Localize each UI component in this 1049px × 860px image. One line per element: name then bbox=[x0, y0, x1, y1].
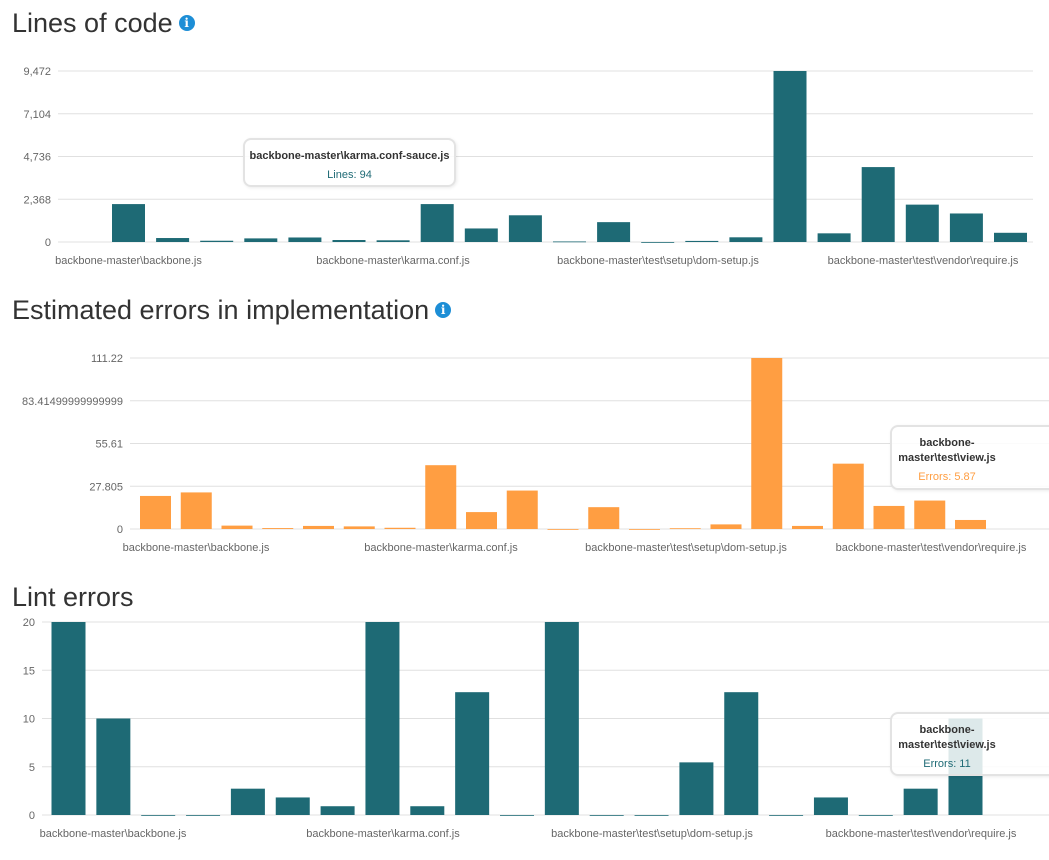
bar[interactable] bbox=[858, 815, 893, 816]
y-tick-label: 10 bbox=[23, 714, 35, 726]
bar[interactable] bbox=[679, 762, 714, 815]
x-tick-label: backbone-master\test\setup\dom-setup.js bbox=[551, 828, 753, 840]
bar[interactable] bbox=[365, 622, 400, 815]
y-tick-label: 5 bbox=[29, 762, 35, 774]
bar[interactable] bbox=[500, 815, 534, 816]
y-tick-label: 0 bbox=[29, 810, 35, 822]
bar[interactable] bbox=[769, 815, 804, 816]
tooltip-value: Errors: 11 bbox=[923, 758, 971, 770]
x-tick-label: backbone-master\test\vendor\require.js bbox=[826, 828, 1017, 840]
bar[interactable] bbox=[634, 815, 669, 816]
bar[interactable] bbox=[186, 815, 221, 816]
bar[interactable] bbox=[96, 718, 131, 816]
bar[interactable] bbox=[589, 815, 624, 816]
bar[interactable] bbox=[903, 788, 938, 815]
tooltip-title: backbone-master\test\view.js bbox=[898, 724, 996, 751]
bar[interactable] bbox=[275, 797, 310, 815]
lint-tooltip: backbone-master\test\view.js Errors: 11 bbox=[890, 712, 1049, 776]
bar[interactable] bbox=[544, 622, 579, 815]
bar[interactable] bbox=[230, 788, 265, 815]
y-tick-label: 20 bbox=[23, 617, 35, 629]
bar[interactable] bbox=[320, 806, 355, 815]
bar[interactable] bbox=[141, 815, 176, 816]
bar[interactable] bbox=[410, 806, 445, 815]
y-tick-label: 15 bbox=[23, 665, 35, 677]
bar[interactable] bbox=[455, 692, 490, 815]
bar[interactable] bbox=[724, 692, 759, 815]
bar[interactable] bbox=[51, 622, 86, 815]
x-tick-label: backbone-master\backbone.js bbox=[40, 828, 187, 840]
bar[interactable] bbox=[813, 797, 848, 815]
x-tick-label: backbone-master\karma.conf.js bbox=[306, 828, 460, 840]
